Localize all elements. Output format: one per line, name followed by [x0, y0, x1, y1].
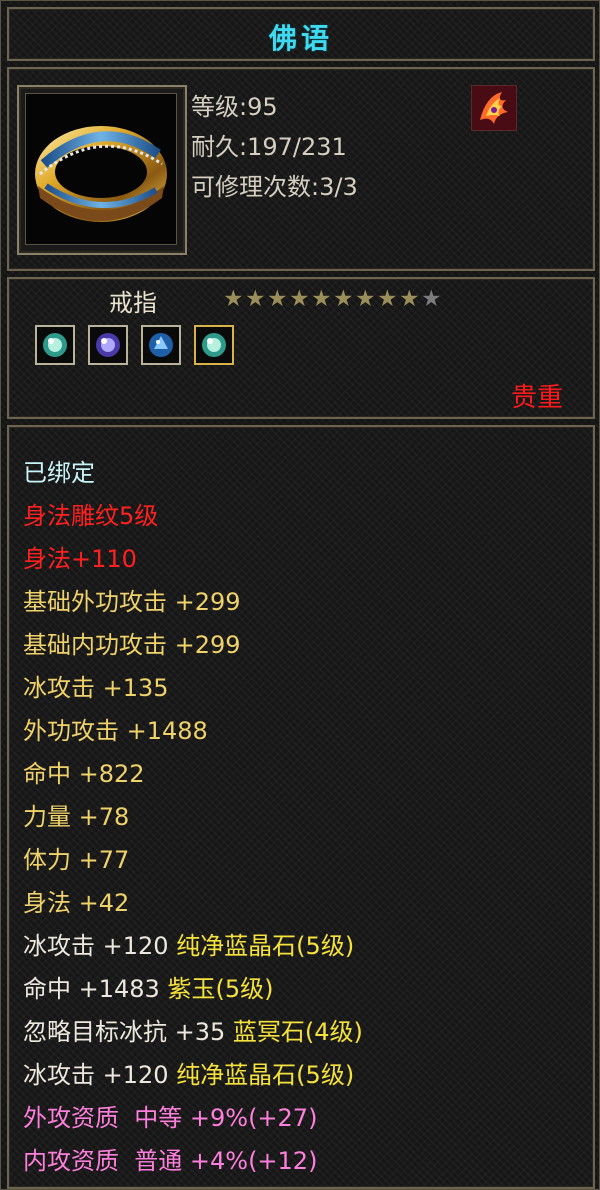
stat-line: 基础外功攻击 +299: [23, 588, 241, 616]
item-level: 等级:95: [191, 93, 278, 121]
star-filled-icon: ★: [355, 286, 376, 312]
phoenix-badge-icon: [471, 85, 517, 131]
title-bar: 佛语: [7, 7, 595, 61]
item-stats-panel: 已绑定 身法雕纹5级 身法+110 基础外功攻击 +299 基础内功攻击 +29…: [7, 425, 595, 1189]
stat-line: 身法雕纹5级: [23, 502, 159, 530]
blue-gem-icon[interactable]: [141, 325, 182, 365]
star-filled-icon: ★: [311, 286, 332, 312]
gem-stat-value: 忽略目标冰抗 +35: [23, 1018, 226, 1046]
gem-name: 紫玉(5级): [167, 975, 274, 1003]
gem-name: 蓝冥石(4级): [232, 1018, 363, 1046]
star-filled-icon: ★: [267, 286, 288, 312]
gem-slots: [35, 325, 242, 365]
green-gem-icon[interactable]: [194, 325, 235, 365]
aptitude-line: 外攻资质 中等 +9%(+27): [23, 1104, 318, 1132]
stat-line: 基础内功攻击 +299: [23, 631, 241, 659]
stat-line: 身法 +42: [23, 889, 130, 917]
item-icon-frame: [17, 85, 187, 255]
item-repair-count: 可修理次数:3/3: [191, 173, 358, 201]
quality-label: 贵重: [510, 383, 563, 413]
stat-line: 体力 +77: [23, 846, 130, 874]
stat-line: 力量 +78: [23, 803, 130, 831]
item-durability: 耐久:197/231: [191, 133, 347, 161]
gem-stat-line: 冰攻击 +120 纯净蓝晶石(5级): [23, 926, 354, 961]
stat-line: 命中 +822: [23, 760, 145, 788]
star-filled-icon: ★: [223, 286, 244, 312]
star-filled-icon: ★: [399, 286, 420, 312]
purple-gem-icon[interactable]: [88, 325, 129, 365]
item-type: 戒指: [109, 289, 157, 317]
gem-stat-value: 命中 +1483: [23, 975, 160, 1003]
gem-name: 纯净蓝晶石(5级): [176, 932, 355, 960]
stat-line: 冰攻击 +135: [23, 674, 169, 702]
star-filled-icon: ★: [333, 286, 354, 312]
gem-stat-line: 冰攻击 +120 纯净蓝晶石(5级): [23, 1055, 354, 1090]
gem-stat-line: 命中 +1483 紫玉(5级): [23, 969, 273, 1004]
star-filled-icon: ★: [377, 286, 398, 312]
gem-name: 纯净蓝晶石(5级): [176, 1061, 355, 1089]
aptitude-line: 内攻资质 普通 +4%(+12): [23, 1147, 318, 1175]
ring-icon: [25, 93, 177, 245]
item-tooltip: 佛语 等级:95 耐久:197/231 可修理次数:3/3 戒指 ★★★★★★★…: [0, 0, 600, 1190]
star-rating: ★★★★★★★★★★: [223, 287, 443, 311]
stat-line: 身法+110: [23, 545, 137, 573]
green-gem-icon[interactable]: [35, 325, 75, 365]
gem-stat-value: 冰攻击 +120: [23, 1061, 169, 1089]
item-title: 佛语: [268, 22, 333, 55]
star-filled-icon: ★: [289, 286, 310, 312]
gem-stat-line: 忽略目标冰抗 +35 蓝冥石(4级): [23, 1012, 363, 1047]
item-header-panel: 等级:95 耐久:197/231 可修理次数:3/3: [7, 67, 595, 271]
stat-line: 外功攻击 +1488: [23, 717, 208, 745]
item-type-panel: 戒指 ★★★★★★★★★★ 贵重: [7, 277, 595, 419]
bound-status: 已绑定: [23, 459, 95, 487]
gem-stat-value: 冰攻击 +120: [23, 932, 169, 960]
star-empty-icon: ★: [421, 286, 442, 312]
star-filled-icon: ★: [245, 286, 266, 312]
